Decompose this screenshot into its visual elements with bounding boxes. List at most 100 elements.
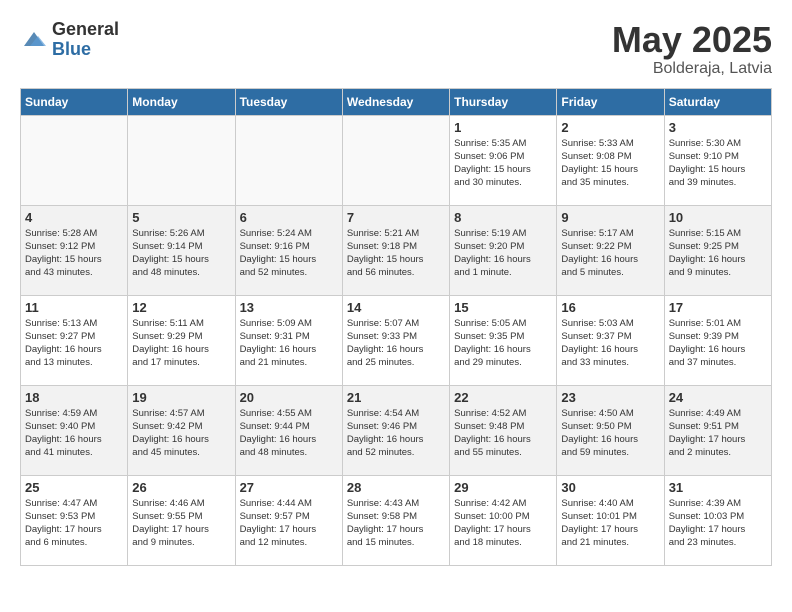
day-info: Sunrise: 4:54 AM Sunset: 9:46 PM Dayligh…	[347, 407, 445, 460]
calendar-cell: 18Sunrise: 4:59 AM Sunset: 9:40 PM Dayli…	[21, 385, 128, 475]
day-info: Sunrise: 5:33 AM Sunset: 9:08 PM Dayligh…	[561, 137, 659, 190]
day-info: Sunrise: 5:19 AM Sunset: 9:20 PM Dayligh…	[454, 227, 552, 280]
day-number: 26	[132, 480, 230, 495]
calendar-cell: 12 Sunrise: 5:11 AM Sunset: 9:29 PM Dayli…	[128, 295, 235, 385]
day-info: Sunrise: 5:05 AM Sunset: 9:35 PM Dayligh…	[454, 317, 552, 370]
calendar-cell: 2Sunrise: 5:33 AM Sunset: 9:08 PM Daylig…	[557, 115, 664, 205]
page-header: General Blue May 2025 Bolderaja, Latvia	[20, 20, 772, 78]
logo-text: General Blue	[52, 20, 119, 60]
day-number: 17	[669, 300, 767, 315]
calendar-cell: 10 Sunrise: 5:15 AM Sunset: 9:25 PM Dayli…	[664, 205, 771, 295]
col-header-thursday: Thursday	[450, 88, 557, 115]
day-info: Sunrise: 4:50 AM Sunset: 9:50 PM Dayligh…	[561, 407, 659, 460]
day-number: 1	[454, 120, 552, 135]
calendar-cell: 28Sunrise: 4:43 AM Sunset: 9:58 PM Dayli…	[342, 475, 449, 565]
calendar-cell: 19Sunrise: 4:57 AM Sunset: 9:42 PM Dayli…	[128, 385, 235, 475]
day-number: 29	[454, 480, 552, 495]
col-header-monday: Monday	[128, 88, 235, 115]
day-number: 19	[132, 390, 230, 405]
calendar-cell: 30 Sunrise: 4:40 AM Sunset: 10:01 PM Dayl…	[557, 475, 664, 565]
day-info: Sunrise: 5:01 AM Sunset: 9:39 PM Dayligh…	[669, 317, 767, 370]
day-info: Sunrise: 5:09 AM Sunset: 9:31 PM Dayligh…	[240, 317, 338, 370]
calendar-cell	[128, 115, 235, 205]
day-number: 11	[25, 300, 123, 315]
day-info: Sunrise: 4:40 AM Sunset: 10:01 PM Daylig…	[561, 497, 659, 550]
day-number: 8	[454, 210, 552, 225]
calendar-cell: 22Sunrise: 4:52 AM Sunset: 9:48 PM Dayli…	[450, 385, 557, 475]
logo-blue: Blue	[52, 40, 119, 60]
day-info: Sunrise: 4:39 AM Sunset: 10:03 PM Daylig…	[669, 497, 767, 550]
day-number: 30	[561, 480, 659, 495]
day-number: 10	[669, 210, 767, 225]
calendar-cell: 9 Sunrise: 5:17 AM Sunset: 9:22 PM Daylig…	[557, 205, 664, 295]
day-number: 3	[669, 120, 767, 135]
day-number: 15	[454, 300, 552, 315]
calendar-cell: 21 Sunrise: 4:54 AM Sunset: 9:46 PM Dayli…	[342, 385, 449, 475]
month-year: May 2025	[612, 20, 772, 60]
day-info: Sunrise: 5:17 AM Sunset: 9:22 PM Dayligh…	[561, 227, 659, 280]
calendar-cell: 5 Sunrise: 5:26 AM Sunset: 9:14 PM Daylig…	[128, 205, 235, 295]
calendar-cell: 4 Sunrise: 5:28 AM Sunset: 9:12 PM Daylig…	[21, 205, 128, 295]
logo-icon	[20, 26, 48, 54]
day-number: 21	[347, 390, 445, 405]
day-number: 28	[347, 480, 445, 495]
calendar-cell: 20 Sunrise: 4:55 AM Sunset: 9:44 PM Dayli…	[235, 385, 342, 475]
week-row: 11 Sunrise: 5:13 AM Sunset: 9:27 PM Dayli…	[21, 295, 772, 385]
calendar-cell	[342, 115, 449, 205]
day-number: 13	[240, 300, 338, 315]
calendar-cell: 7 Sunrise: 5:21 AM Sunset: 9:18 PM Daylig…	[342, 205, 449, 295]
day-number: 7	[347, 210, 445, 225]
day-number: 27	[240, 480, 338, 495]
calendar-cell: 26Sunrise: 4:46 AM Sunset: 9:55 PM Dayli…	[128, 475, 235, 565]
col-header-tuesday: Tuesday	[235, 88, 342, 115]
day-info: Sunrise: 5:21 AM Sunset: 9:18 PM Dayligh…	[347, 227, 445, 280]
calendar-cell: 25 Sunrise: 4:47 AM Sunset: 9:53 PM Dayli…	[21, 475, 128, 565]
col-header-sunday: Sunday	[21, 88, 128, 115]
day-number: 6	[240, 210, 338, 225]
title-block: May 2025 Bolderaja, Latvia	[612, 20, 772, 78]
location: Bolderaja, Latvia	[612, 60, 772, 78]
calendar-cell: 17 Sunrise: 5:01 AM Sunset: 9:39 PM Dayli…	[664, 295, 771, 385]
week-row: 25 Sunrise: 4:47 AM Sunset: 9:53 PM Dayli…	[21, 475, 772, 565]
calendar-cell: 3 Sunrise: 5:30 AM Sunset: 9:10 PM Daylig…	[664, 115, 771, 205]
day-info: Sunrise: 5:24 AM Sunset: 9:16 PM Dayligh…	[240, 227, 338, 280]
day-info: Sunrise: 4:42 AM Sunset: 10:00 PM Daylig…	[454, 497, 552, 550]
calendar-cell: 1 Sunrise: 5:35 AM Sunset: 9:06 PM Daylig…	[450, 115, 557, 205]
calendar-cell: 23Sunrise: 4:50 AM Sunset: 9:50 PM Dayli…	[557, 385, 664, 475]
week-row: 4 Sunrise: 5:28 AM Sunset: 9:12 PM Daylig…	[21, 205, 772, 295]
day-number: 12	[132, 300, 230, 315]
day-number: 9	[561, 210, 659, 225]
header-row: SundayMondayTuesdayWednesdayThursdayFrid…	[21, 88, 772, 115]
calendar-cell: 29 Sunrise: 4:42 AM Sunset: 10:00 PM Dayl…	[450, 475, 557, 565]
calendar-cell: 24Sunrise: 4:49 AM Sunset: 9:51 PM Dayli…	[664, 385, 771, 475]
col-header-saturday: Saturday	[664, 88, 771, 115]
day-info: Sunrise: 4:52 AM Sunset: 9:48 PM Dayligh…	[454, 407, 552, 460]
col-header-wednesday: Wednesday	[342, 88, 449, 115]
day-info: Sunrise: 4:55 AM Sunset: 9:44 PM Dayligh…	[240, 407, 338, 460]
day-number: 31	[669, 480, 767, 495]
day-info: Sunrise: 4:47 AM Sunset: 9:53 PM Dayligh…	[25, 497, 123, 550]
day-info: Sunrise: 5:35 AM Sunset: 9:06 PM Dayligh…	[454, 137, 552, 190]
day-info: Sunrise: 5:15 AM Sunset: 9:25 PM Dayligh…	[669, 227, 767, 280]
day-info: Sunrise: 4:44 AM Sunset: 9:57 PM Dayligh…	[240, 497, 338, 550]
day-number: 14	[347, 300, 445, 315]
calendar-cell: 8 Sunrise: 5:19 AM Sunset: 9:20 PM Daylig…	[450, 205, 557, 295]
day-info: Sunrise: 5:11 AM Sunset: 9:29 PM Dayligh…	[132, 317, 230, 370]
day-number: 18	[25, 390, 123, 405]
day-number: 5	[132, 210, 230, 225]
day-number: 16	[561, 300, 659, 315]
day-info: Sunrise: 5:03 AM Sunset: 9:37 PM Dayligh…	[561, 317, 659, 370]
day-info: Sunrise: 4:49 AM Sunset: 9:51 PM Dayligh…	[669, 407, 767, 460]
day-number: 4	[25, 210, 123, 225]
day-info: Sunrise: 5:26 AM Sunset: 9:14 PM Dayligh…	[132, 227, 230, 280]
calendar-cell: 13 Sunrise: 5:09 AM Sunset: 9:31 PM Dayli…	[235, 295, 342, 385]
day-number: 25	[25, 480, 123, 495]
day-info: Sunrise: 5:30 AM Sunset: 9:10 PM Dayligh…	[669, 137, 767, 190]
day-number: 20	[240, 390, 338, 405]
day-info: Sunrise: 5:28 AM Sunset: 9:12 PM Dayligh…	[25, 227, 123, 280]
calendar-cell: 16 Sunrise: 5:03 AM Sunset: 9:37 PM Dayli…	[557, 295, 664, 385]
logo: General Blue	[20, 20, 119, 60]
week-row: 18Sunrise: 4:59 AM Sunset: 9:40 PM Dayli…	[21, 385, 772, 475]
calendar-cell: 27 Sunrise: 4:44 AM Sunset: 9:57 PM Dayli…	[235, 475, 342, 565]
day-info: Sunrise: 5:13 AM Sunset: 9:27 PM Dayligh…	[25, 317, 123, 370]
